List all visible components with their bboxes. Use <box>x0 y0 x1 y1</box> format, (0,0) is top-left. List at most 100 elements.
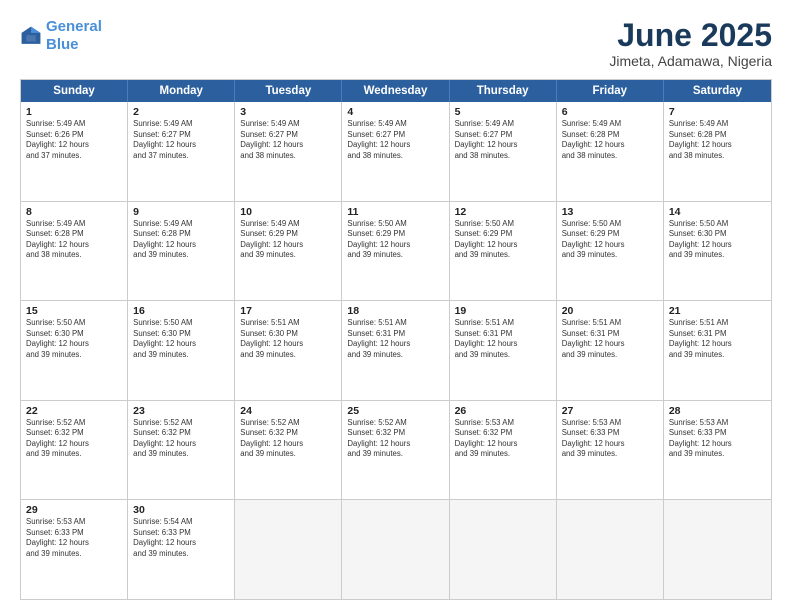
cell-info: Sunrise: 5:50 AM Sunset: 6:29 PM Dayligh… <box>455 219 551 261</box>
cell-info: Sunrise: 5:51 AM Sunset: 6:31 PM Dayligh… <box>669 318 766 360</box>
calendar-row: 8Sunrise: 5:49 AM Sunset: 6:28 PM Daylig… <box>21 202 771 302</box>
calendar-row: 29Sunrise: 5:53 AM Sunset: 6:33 PM Dayli… <box>21 500 771 599</box>
calendar-cell: 18Sunrise: 5:51 AM Sunset: 6:31 PM Dayli… <box>342 301 449 400</box>
calendar-cell: 13Sunrise: 5:50 AM Sunset: 6:29 PM Dayli… <box>557 202 664 301</box>
day-number: 24 <box>240 405 336 417</box>
cell-info: Sunrise: 5:49 AM Sunset: 6:27 PM Dayligh… <box>240 119 336 161</box>
calendar-cell <box>557 500 664 599</box>
calendar-cell: 28Sunrise: 5:53 AM Sunset: 6:33 PM Dayli… <box>664 401 771 500</box>
logo: General Blue <box>20 18 102 54</box>
weekday-header: Monday <box>128 80 235 102</box>
weekday-header: Tuesday <box>235 80 342 102</box>
calendar-cell <box>450 500 557 599</box>
calendar-cell <box>342 500 449 599</box>
day-number: 6 <box>562 106 658 118</box>
cell-info: Sunrise: 5:52 AM Sunset: 6:32 PM Dayligh… <box>240 418 336 460</box>
day-number: 8 <box>26 206 122 218</box>
calendar-cell: 15Sunrise: 5:50 AM Sunset: 6:30 PM Dayli… <box>21 301 128 400</box>
cell-info: Sunrise: 5:53 AM Sunset: 6:32 PM Dayligh… <box>455 418 551 460</box>
weekday-header: Sunday <box>21 80 128 102</box>
calendar-cell: 3Sunrise: 5:49 AM Sunset: 6:27 PM Daylig… <box>235 102 342 201</box>
weekday-header: Wednesday <box>342 80 449 102</box>
calendar-cell: 10Sunrise: 5:49 AM Sunset: 6:29 PM Dayli… <box>235 202 342 301</box>
day-number: 19 <box>455 305 551 317</box>
location: Jimeta, Adamawa, Nigeria <box>609 53 772 69</box>
cell-info: Sunrise: 5:51 AM Sunset: 6:31 PM Dayligh… <box>562 318 658 360</box>
calendar-body: 1Sunrise: 5:49 AM Sunset: 6:26 PM Daylig… <box>21 102 771 599</box>
day-number: 18 <box>347 305 443 317</box>
weekday-header: Friday <box>557 80 664 102</box>
cell-info: Sunrise: 5:50 AM Sunset: 6:29 PM Dayligh… <box>347 219 443 261</box>
day-number: 14 <box>669 206 766 218</box>
day-number: 2 <box>133 106 229 118</box>
weekday-header: Saturday <box>664 80 771 102</box>
cell-info: Sunrise: 5:49 AM Sunset: 6:27 PM Dayligh… <box>455 119 551 161</box>
calendar-row: 22Sunrise: 5:52 AM Sunset: 6:32 PM Dayli… <box>21 401 771 501</box>
calendar-cell: 6Sunrise: 5:49 AM Sunset: 6:28 PM Daylig… <box>557 102 664 201</box>
day-number: 23 <box>133 405 229 417</box>
cell-info: Sunrise: 5:52 AM Sunset: 6:32 PM Dayligh… <box>26 418 122 460</box>
calendar-cell: 11Sunrise: 5:50 AM Sunset: 6:29 PM Dayli… <box>342 202 449 301</box>
cell-info: Sunrise: 5:49 AM Sunset: 6:28 PM Dayligh… <box>26 219 122 261</box>
cell-info: Sunrise: 5:51 AM Sunset: 6:30 PM Dayligh… <box>240 318 336 360</box>
cell-info: Sunrise: 5:49 AM Sunset: 6:29 PM Dayligh… <box>240 219 336 261</box>
day-number: 20 <box>562 305 658 317</box>
calendar-cell <box>235 500 342 599</box>
calendar-cell: 1Sunrise: 5:49 AM Sunset: 6:26 PM Daylig… <box>21 102 128 201</box>
calendar-cell: 19Sunrise: 5:51 AM Sunset: 6:31 PM Dayli… <box>450 301 557 400</box>
calendar-cell: 23Sunrise: 5:52 AM Sunset: 6:32 PM Dayli… <box>128 401 235 500</box>
day-number: 13 <box>562 206 658 218</box>
calendar-cell: 25Sunrise: 5:52 AM Sunset: 6:32 PM Dayli… <box>342 401 449 500</box>
cell-info: Sunrise: 5:50 AM Sunset: 6:30 PM Dayligh… <box>669 219 766 261</box>
day-number: 16 <box>133 305 229 317</box>
cell-info: Sunrise: 5:50 AM Sunset: 6:30 PM Dayligh… <box>26 318 122 360</box>
day-number: 26 <box>455 405 551 417</box>
calendar-cell: 7Sunrise: 5:49 AM Sunset: 6:28 PM Daylig… <box>664 102 771 201</box>
calendar-row: 15Sunrise: 5:50 AM Sunset: 6:30 PM Dayli… <box>21 301 771 401</box>
day-number: 15 <box>26 305 122 317</box>
logo-text: General Blue <box>46 18 102 54</box>
cell-info: Sunrise: 5:50 AM Sunset: 6:30 PM Dayligh… <box>133 318 229 360</box>
day-number: 22 <box>26 405 122 417</box>
day-number: 5 <box>455 106 551 118</box>
cell-info: Sunrise: 5:52 AM Sunset: 6:32 PM Dayligh… <box>347 418 443 460</box>
calendar-cell: 24Sunrise: 5:52 AM Sunset: 6:32 PM Dayli… <box>235 401 342 500</box>
calendar-cell: 5Sunrise: 5:49 AM Sunset: 6:27 PM Daylig… <box>450 102 557 201</box>
title-block: June 2025 Jimeta, Adamawa, Nigeria <box>609 18 772 69</box>
cell-info: Sunrise: 5:53 AM Sunset: 6:33 PM Dayligh… <box>562 418 658 460</box>
calendar-row: 1Sunrise: 5:49 AM Sunset: 6:26 PM Daylig… <box>21 102 771 202</box>
cell-info: Sunrise: 5:49 AM Sunset: 6:26 PM Dayligh… <box>26 119 122 161</box>
day-number: 12 <box>455 206 551 218</box>
cell-info: Sunrise: 5:52 AM Sunset: 6:32 PM Dayligh… <box>133 418 229 460</box>
logo-general: General <box>46 18 102 35</box>
logo-blue: Blue <box>46 36 79 53</box>
calendar-cell: 22Sunrise: 5:52 AM Sunset: 6:32 PM Dayli… <box>21 401 128 500</box>
day-number: 4 <box>347 106 443 118</box>
day-number: 28 <box>669 405 766 417</box>
cell-info: Sunrise: 5:49 AM Sunset: 6:28 PM Dayligh… <box>562 119 658 161</box>
calendar-cell: 20Sunrise: 5:51 AM Sunset: 6:31 PM Dayli… <box>557 301 664 400</box>
calendar-cell: 16Sunrise: 5:50 AM Sunset: 6:30 PM Dayli… <box>128 301 235 400</box>
calendar-header: SundayMondayTuesdayWednesdayThursdayFrid… <box>21 80 771 102</box>
calendar-cell: 29Sunrise: 5:53 AM Sunset: 6:33 PM Dayli… <box>21 500 128 599</box>
day-number: 11 <box>347 206 443 218</box>
day-number: 27 <box>562 405 658 417</box>
day-number: 3 <box>240 106 336 118</box>
day-number: 7 <box>669 106 766 118</box>
calendar-cell: 14Sunrise: 5:50 AM Sunset: 6:30 PM Dayli… <box>664 202 771 301</box>
page: General Blue June 2025 Jimeta, Adamawa, … <box>0 0 792 612</box>
weekday-header: Thursday <box>450 80 557 102</box>
day-number: 10 <box>240 206 336 218</box>
calendar-cell: 27Sunrise: 5:53 AM Sunset: 6:33 PM Dayli… <box>557 401 664 500</box>
cell-info: Sunrise: 5:53 AM Sunset: 6:33 PM Dayligh… <box>669 418 766 460</box>
cell-info: Sunrise: 5:49 AM Sunset: 6:27 PM Dayligh… <box>133 119 229 161</box>
calendar-cell: 8Sunrise: 5:49 AM Sunset: 6:28 PM Daylig… <box>21 202 128 301</box>
calendar-cell: 26Sunrise: 5:53 AM Sunset: 6:32 PM Dayli… <box>450 401 557 500</box>
day-number: 9 <box>133 206 229 218</box>
day-number: 30 <box>133 504 229 516</box>
logo-icon <box>20 25 42 47</box>
day-number: 25 <box>347 405 443 417</box>
cell-info: Sunrise: 5:49 AM Sunset: 6:28 PM Dayligh… <box>669 119 766 161</box>
header: General Blue June 2025 Jimeta, Adamawa, … <box>20 18 772 69</box>
calendar-cell: 21Sunrise: 5:51 AM Sunset: 6:31 PM Dayli… <box>664 301 771 400</box>
